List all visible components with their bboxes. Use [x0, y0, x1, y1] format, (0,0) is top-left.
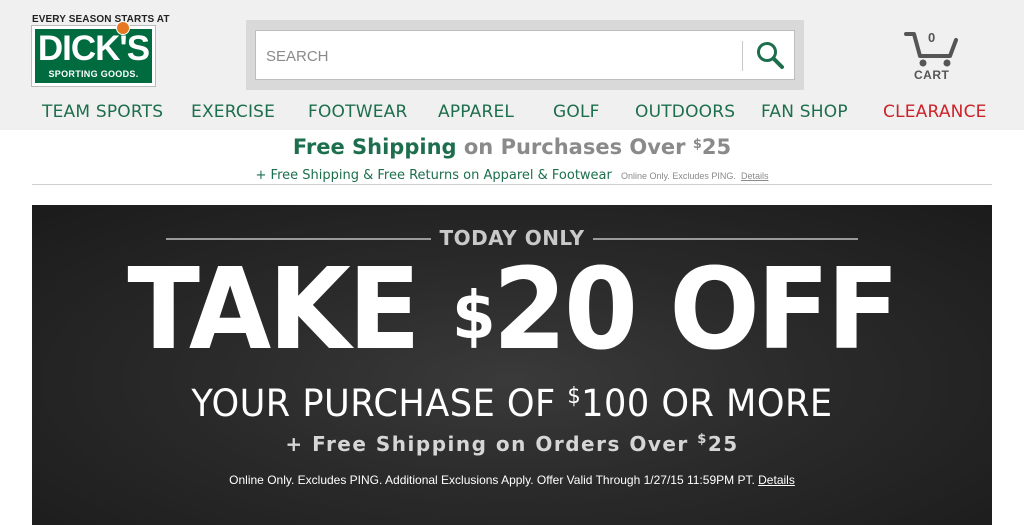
divider [32, 184, 992, 185]
logo-tagline: EVERY SEASON STARTS AT [32, 14, 170, 25]
nav-item-clearance[interactable]: CLEARANCE [883, 102, 987, 122]
nav-item-footwear[interactable]: FOOTWEAR [308, 102, 408, 122]
nav-item-fan-shop[interactable]: FAN SHOP [761, 102, 848, 122]
promo-shipping-line: + Free Shipping on Orders Over $25 [32, 432, 992, 456]
search-box [255, 30, 795, 80]
dicks-logo[interactable]: DICK'S SPORTING GOODS. [31, 21, 156, 87]
logo-subtitle: SPORTING GOODS. [48, 69, 139, 79]
free-shipping-label: Free Shipping [292, 135, 457, 159]
search-bar [246, 20, 804, 90]
promo-fine-text: Online Only. Excludes PING. Additional E… [229, 473, 755, 487]
promo-headline: TAKE $20 OFF [56, 245, 968, 375]
magnifier-icon [757, 42, 784, 69]
promo-headline-amount: 20 [492, 245, 638, 375]
threshold-dollar-sign: $ [692, 137, 702, 152]
free-shipping-headline: Free Shipping on Purchases Over $25 [0, 135, 1024, 159]
nav-item-exercise[interactable]: EXERCISE [191, 102, 275, 122]
purchase-threshold-text: on Purchases Over [463, 135, 686, 159]
nav-item-golf[interactable]: GOLF [553, 102, 600, 122]
nav-item-apparel[interactable]: APPAREL [438, 102, 514, 122]
promo-headline-dollar: $ [451, 277, 496, 354]
shipping-details-link[interactable]: Details [741, 171, 769, 181]
promo-shipping-dollar: $ [697, 432, 708, 447]
search-input[interactable] [266, 43, 736, 69]
promo-subheadline: YOUR PURCHASE OF $100 OR MORE [56, 382, 968, 425]
search-divider [742, 41, 743, 71]
nav-item-team-sports[interactable]: TEAM SPORTS [42, 102, 163, 122]
promo-headline-post: OFF [635, 245, 899, 375]
promo-headline-pre: TAKE [127, 245, 452, 375]
logo-wordmark: DICK'S [37, 29, 150, 68]
promo-rule-left [166, 238, 431, 240]
main-nav: TEAM SPORTS EXERCISE FOOTWEAR APPAREL GO… [0, 100, 1024, 130]
nav-item-outdoors[interactable]: OUTDOORS [635, 102, 735, 122]
free-shipping-subline: + Free Shipping & Free Returns on Appare… [0, 164, 1024, 183]
promo-banner[interactable]: TODAY ONLY TAKE $20 OFF YOUR PURCHASE OF… [32, 205, 992, 525]
search-button[interactable] [754, 39, 788, 73]
free-returns-text: + Free Shipping & Free Returns on Appare… [255, 168, 612, 183]
promo-subheadline-dollar: $ [567, 384, 582, 409]
cart-label: CART [914, 68, 950, 82]
promo-details-link[interactable]: Details [758, 473, 795, 487]
logo-basketball-icon [116, 21, 130, 35]
threshold-amount: 25 [701, 135, 732, 159]
promo-fine-print: Online Only. Excludes PING. Additional E… [32, 473, 992, 487]
promo-rule-right [593, 238, 858, 240]
shipping-exclusion-note: Online Only. Excludes PING. [620, 171, 736, 181]
promo-subheadline-pre: YOUR PURCHASE OF [191, 382, 568, 425]
promo-shipping-amount: 25 [707, 432, 739, 456]
promo-shipping-pre: + Free Shipping on Orders Over [285, 432, 698, 456]
cart-button[interactable]: 0 CART [900, 28, 964, 84]
promo-subheadline-post: 100 OR MORE [581, 382, 833, 425]
site-header: EVERY SEASON STARTS AT DICK'S SPORTING G… [0, 0, 1024, 130]
cart-count: 0 [928, 30, 936, 45]
